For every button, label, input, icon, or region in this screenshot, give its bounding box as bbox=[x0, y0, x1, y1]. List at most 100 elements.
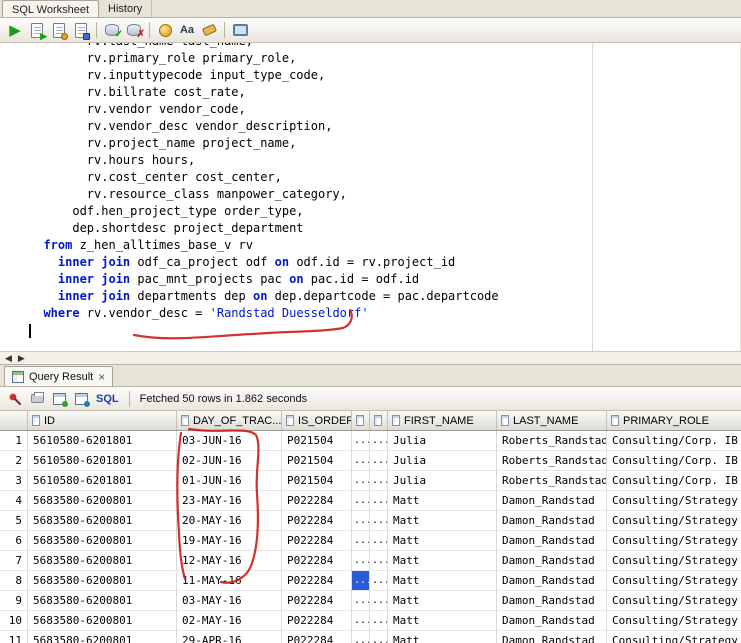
grid-cell[interactable]: Damon_Randstad bbox=[497, 591, 607, 611]
monitor-button[interactable] bbox=[229, 19, 251, 41]
grid-cell[interactable]: ... bbox=[370, 611, 388, 631]
grid-cell[interactable]: 19-MAY-16 bbox=[177, 531, 282, 551]
grid-cell[interactable]: 23-MAY-16 bbox=[177, 491, 282, 511]
autotrace-button[interactable] bbox=[48, 19, 70, 41]
grid-cell[interactable]: Matt bbox=[388, 511, 497, 531]
grid-cell[interactable]: Damon_Randstad bbox=[497, 491, 607, 511]
row-number-cell[interactable]: 6 bbox=[0, 531, 28, 551]
grid-cell[interactable]: Damon_Randstad bbox=[497, 511, 607, 531]
grid-cell[interactable]: Matt bbox=[388, 631, 497, 643]
tab-sql-worksheet[interactable]: SQL Worksheet bbox=[2, 0, 100, 17]
commit-button[interactable]: ✓ bbox=[101, 19, 123, 41]
grid-cell[interactable]: 20-MAY-16 bbox=[177, 511, 282, 531]
pin-button[interactable] bbox=[4, 388, 26, 410]
grid-cell[interactable]: Damon_Randstad bbox=[497, 531, 607, 551]
grid-cell[interactable]: Julia bbox=[388, 471, 497, 491]
grid-cell[interactable]: Consulting/Corp. IB bbox=[607, 431, 741, 451]
grid-cell[interactable]: 5683580-6200801 bbox=[28, 511, 177, 531]
grid-cell[interactable]: Consulting/Strategy bbox=[607, 511, 741, 531]
column-header[interactable] bbox=[352, 411, 370, 430]
grid-cell[interactable]: 02-MAY-16 bbox=[177, 611, 282, 631]
column-header-is-order[interactable]: IS_ORDER bbox=[282, 411, 352, 430]
grid-cell[interactable]: 5683580-6200801 bbox=[28, 551, 177, 571]
grid-cell[interactable]: ... bbox=[370, 591, 388, 611]
clear-button[interactable] bbox=[198, 19, 220, 41]
row-number-cell[interactable]: 7 bbox=[0, 551, 28, 571]
run-statement-button[interactable]: ▶ bbox=[4, 19, 26, 41]
grid-cell[interactable]: ... bbox=[370, 451, 388, 471]
grid-cell[interactable]: P022284 bbox=[282, 591, 352, 611]
grid-cell[interactable]: 01-JUN-16 bbox=[177, 471, 282, 491]
grid-cell[interactable]: 5683580-6200801 bbox=[28, 611, 177, 631]
scroll-right-icon[interactable]: ▶ bbox=[18, 353, 25, 363]
grid-cell[interactable]: ... bbox=[352, 431, 370, 451]
row-number-cell[interactable]: 2 bbox=[0, 451, 28, 471]
grid-cell[interactable]: Consulting/Strategy bbox=[607, 491, 741, 511]
grid-cell[interactable]: 5683580-6200801 bbox=[28, 591, 177, 611]
grid-cell[interactable]: P022284 bbox=[282, 531, 352, 551]
grid-cell[interactable]: ... bbox=[370, 471, 388, 491]
grid-cell[interactable]: P022284 bbox=[282, 631, 352, 643]
sql-editor[interactable]: rv.last_name last_name, rv.primary_role … bbox=[0, 43, 741, 351]
grid-cell[interactable]: 5610580-6201801 bbox=[28, 431, 177, 451]
grid-cell[interactable]: Consulting/Strategy bbox=[607, 591, 741, 611]
grid-cell[interactable]: 5683580-6200801 bbox=[28, 491, 177, 511]
case-toggle-button[interactable]: Aa bbox=[176, 19, 198, 41]
grid-cell[interactable]: ... bbox=[370, 631, 388, 643]
column-header-day-of-trac[interactable]: DAY_OF_TRAC... bbox=[177, 411, 282, 430]
grid-cell[interactable]: 03-JUN-16 bbox=[177, 431, 282, 451]
row-number-cell[interactable]: 3 bbox=[0, 471, 28, 491]
grid-cell[interactable]: 02-JUN-16 bbox=[177, 451, 282, 471]
grid-cell[interactable]: 5683580-6200801 bbox=[28, 531, 177, 551]
grid-cell[interactable]: P022284 bbox=[282, 551, 352, 571]
grid-cell[interactable]: ... bbox=[352, 591, 370, 611]
row-number-cell[interactable]: 11 bbox=[0, 631, 28, 643]
grid-cell[interactable]: Matt bbox=[388, 491, 497, 511]
grid-cell[interactable]: 03-MAY-16 bbox=[177, 591, 282, 611]
grid-cell[interactable]: ... bbox=[352, 451, 370, 471]
close-icon[interactable]: × bbox=[98, 371, 105, 383]
grid-cell[interactable]: ... bbox=[352, 511, 370, 531]
grid-cell[interactable]: Consulting/Corp. IB bbox=[607, 471, 741, 491]
grid-cell[interactable]: ... bbox=[352, 531, 370, 551]
row-number-cell[interactable]: 4 bbox=[0, 491, 28, 511]
grid-cell[interactable]: Julia bbox=[388, 451, 497, 471]
show-sql-button[interactable]: SQL bbox=[96, 393, 119, 405]
grid-cell[interactable]: ... bbox=[370, 511, 388, 531]
grid-cell[interactable]: Matt bbox=[388, 571, 497, 591]
scroll-left-icon[interactable]: ◀ bbox=[5, 353, 12, 363]
column-header-primary-role[interactable]: PRIMARY_ROLE bbox=[607, 411, 741, 430]
grid-cell[interactable]: Julia bbox=[388, 431, 497, 451]
print-button[interactable] bbox=[26, 388, 48, 410]
rollback-button[interactable]: ✗ bbox=[123, 19, 145, 41]
grid-cell[interactable]: ... bbox=[370, 571, 388, 591]
grid-cell[interactable]: Consulting/Strategy bbox=[607, 611, 741, 631]
grid-cell[interactable]: ... bbox=[352, 491, 370, 511]
grid-cell[interactable]: Consulting/Strategy bbox=[607, 571, 741, 591]
fetch-grid-button[interactable] bbox=[70, 388, 92, 410]
grid-cell[interactable]: Consulting/Corp. IB bbox=[607, 451, 741, 471]
grid-cell[interactable]: P021504 bbox=[282, 431, 352, 451]
grid-cell[interactable]: ... bbox=[370, 491, 388, 511]
refresh-grid-button[interactable] bbox=[48, 388, 70, 410]
grid-cell[interactable]: ... bbox=[352, 571, 370, 591]
grid-cell[interactable]: Damon_Randstad bbox=[497, 571, 607, 591]
tab-history[interactable]: History bbox=[99, 0, 153, 17]
grid-cell[interactable]: 11-MAY-16 bbox=[177, 571, 282, 591]
grid-cell[interactable]: ... bbox=[370, 531, 388, 551]
row-number-cell[interactable]: 10 bbox=[0, 611, 28, 631]
grid-cell[interactable]: Roberts_Randstad bbox=[497, 471, 607, 491]
grid-cell[interactable]: 5683580-6200801 bbox=[28, 631, 177, 643]
grid-cell[interactable]: Damon_Randstad bbox=[497, 551, 607, 571]
grid-cell[interactable]: Damon_Randstad bbox=[497, 611, 607, 631]
column-header-first-name[interactable]: FIRST_NAME bbox=[388, 411, 497, 430]
grid-cell[interactable]: ... bbox=[370, 431, 388, 451]
column-header-id[interactable]: ID bbox=[28, 411, 177, 430]
grid-cell[interactable]: P022284 bbox=[282, 571, 352, 591]
grid-cell[interactable]: ... bbox=[370, 551, 388, 571]
run-script-button[interactable]: ▶ bbox=[26, 19, 48, 41]
grid-cell[interactable]: Roberts_Randstad bbox=[497, 451, 607, 471]
row-number-cell[interactable]: 8 bbox=[0, 571, 28, 591]
row-number-cell[interactable]: 5 bbox=[0, 511, 28, 531]
sql-history-button[interactable] bbox=[154, 19, 176, 41]
